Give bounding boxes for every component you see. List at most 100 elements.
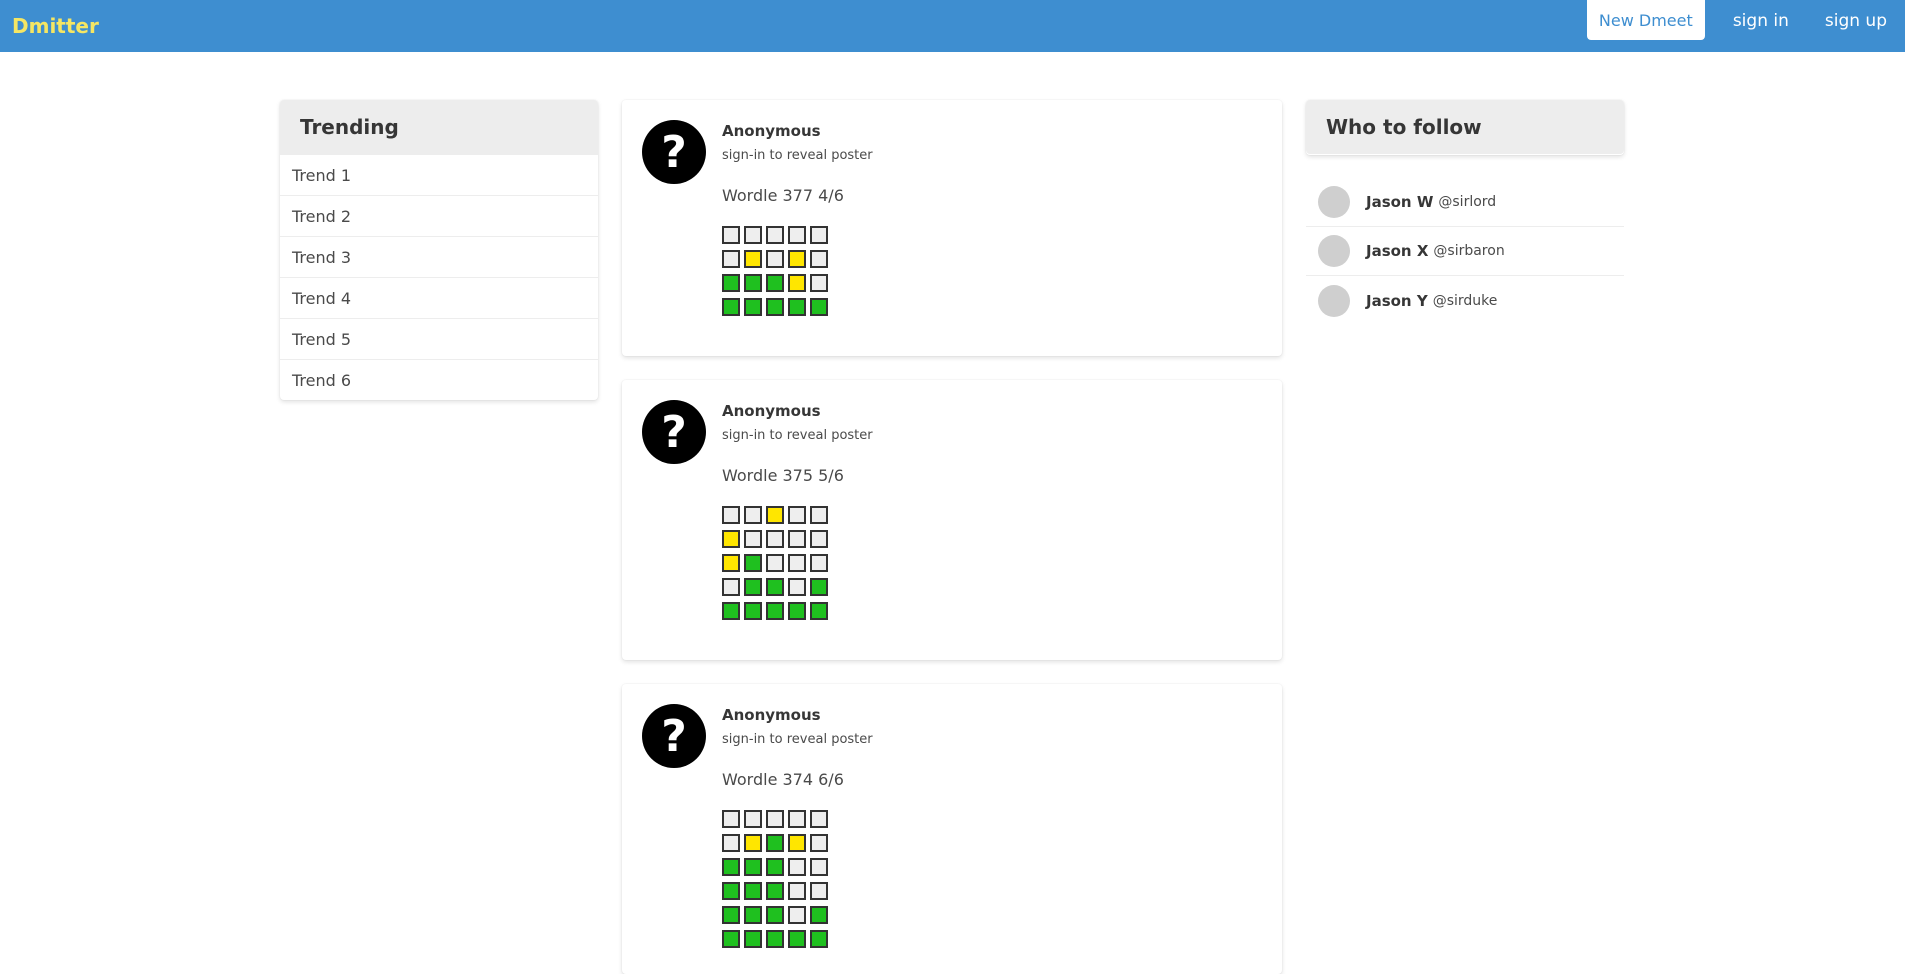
empty-tile <box>722 578 740 596</box>
post-author: Anonymous <box>722 122 821 140</box>
empty-tile <box>788 882 806 900</box>
empty-tile <box>810 810 828 828</box>
empty-tile <box>744 226 762 244</box>
user-name: Jason Y <box>1366 291 1428 310</box>
green-tile <box>766 602 784 620</box>
green-tile <box>766 858 784 876</box>
empty-tile <box>810 226 828 244</box>
empty-tile <box>810 274 828 292</box>
empty-tile <box>810 882 828 900</box>
yellow-tile <box>766 506 784 524</box>
yellow-tile <box>788 250 806 268</box>
empty-tile <box>788 906 806 924</box>
post-author: Anonymous <box>722 402 821 420</box>
green-tile <box>810 602 828 620</box>
trend-item[interactable]: Trend 6 <box>280 359 598 400</box>
user-name: Jason W <box>1366 193 1434 211</box>
empty-tile <box>788 530 806 548</box>
wordle-row <box>722 882 832 906</box>
post-author: Anonymous <box>722 706 821 724</box>
avatar <box>1318 284 1350 317</box>
user-handle: @sirbaron <box>1433 243 1505 259</box>
empty-tile <box>766 226 784 244</box>
empty-tile <box>788 578 806 596</box>
wordle-row <box>722 930 832 954</box>
wordle-row <box>722 226 832 250</box>
green-tile <box>744 882 762 900</box>
trend-item[interactable]: Trend 5 <box>280 318 598 359</box>
navbar-actions: New Dmeet sign in sign up <box>1586 0 1905 52</box>
post-title: Wordle 375 5/6 <box>722 466 844 485</box>
trend-item[interactable]: Trend 4 <box>280 277 598 318</box>
green-tile <box>744 602 762 620</box>
green-tile <box>788 298 806 316</box>
empty-tile <box>766 554 784 572</box>
yellow-tile <box>788 834 806 852</box>
who-to-follow-panel: Who to follow <box>1306 100 1624 155</box>
green-tile <box>766 578 784 596</box>
empty-tile <box>722 506 740 524</box>
trend-item[interactable]: Trend 3 <box>280 236 598 277</box>
post-card: ? Anonymous sign-in to reveal poster Wor… <box>622 380 1282 660</box>
empty-tile <box>722 834 740 852</box>
empty-tile <box>810 250 828 268</box>
green-tile <box>810 578 828 596</box>
wordle-row <box>722 810 832 834</box>
follow-user-item[interactable]: Jason Y @sirduke <box>1306 276 1624 325</box>
empty-tile <box>766 250 784 268</box>
new-dmeet-button[interactable]: New Dmeet <box>1586 0 1705 40</box>
empty-tile <box>766 530 784 548</box>
empty-tile <box>810 530 828 548</box>
green-tile <box>810 298 828 316</box>
question-mark-icon: ? <box>642 120 706 184</box>
follow-user-item[interactable]: Jason W @sirlord <box>1306 178 1624 227</box>
green-tile <box>788 602 806 620</box>
wordle-row <box>722 578 832 602</box>
green-tile <box>744 578 762 596</box>
wordle-row <box>722 298 832 322</box>
wordle-row <box>722 858 832 882</box>
empty-tile <box>722 250 740 268</box>
wordle-row <box>722 906 832 930</box>
trend-item[interactable]: Trend 1 <box>280 154 598 195</box>
empty-tile <box>810 506 828 524</box>
yellow-tile <box>744 834 762 852</box>
green-tile <box>744 274 762 292</box>
wordle-row <box>722 834 832 858</box>
post-subtitle: sign-in to reveal poster <box>722 148 873 163</box>
brand-logo[interactable]: Dmitter <box>12 14 99 38</box>
empty-tile <box>788 810 806 828</box>
green-tile <box>766 834 784 852</box>
green-tile <box>766 930 784 948</box>
post-subtitle: sign-in to reveal poster <box>722 428 873 443</box>
green-tile <box>722 930 740 948</box>
sign-in-link[interactable]: sign in <box>1715 0 1807 40</box>
wordle-grid <box>722 506 832 626</box>
empty-tile <box>722 226 740 244</box>
post-title: Wordle 377 4/6 <box>722 186 844 205</box>
avatar <box>1318 235 1350 267</box>
trend-item[interactable]: Trend 2 <box>280 195 598 236</box>
yellow-tile <box>744 250 762 268</box>
question-mark-icon: ? <box>642 400 706 464</box>
yellow-tile <box>722 530 740 548</box>
who-to-follow-title: Who to follow <box>1306 100 1624 154</box>
green-tile <box>722 858 740 876</box>
avatar <box>1318 186 1350 218</box>
empty-tile <box>744 530 762 548</box>
empty-tile <box>722 810 740 828</box>
follow-user-item[interactable]: Jason X @sirbaron <box>1306 227 1624 276</box>
empty-tile <box>810 554 828 572</box>
sign-up-link[interactable]: sign up <box>1807 0 1905 40</box>
green-tile <box>788 930 806 948</box>
post-subtitle: sign-in to reveal poster <box>722 732 873 747</box>
green-tile <box>766 274 784 292</box>
empty-tile <box>788 858 806 876</box>
wordle-row <box>722 250 832 274</box>
top-navbar: Dmitter New Dmeet sign in sign up <box>0 0 1905 52</box>
green-tile <box>766 906 784 924</box>
green-tile <box>722 906 740 924</box>
empty-tile <box>788 506 806 524</box>
green-tile <box>744 930 762 948</box>
green-tile <box>744 298 762 316</box>
